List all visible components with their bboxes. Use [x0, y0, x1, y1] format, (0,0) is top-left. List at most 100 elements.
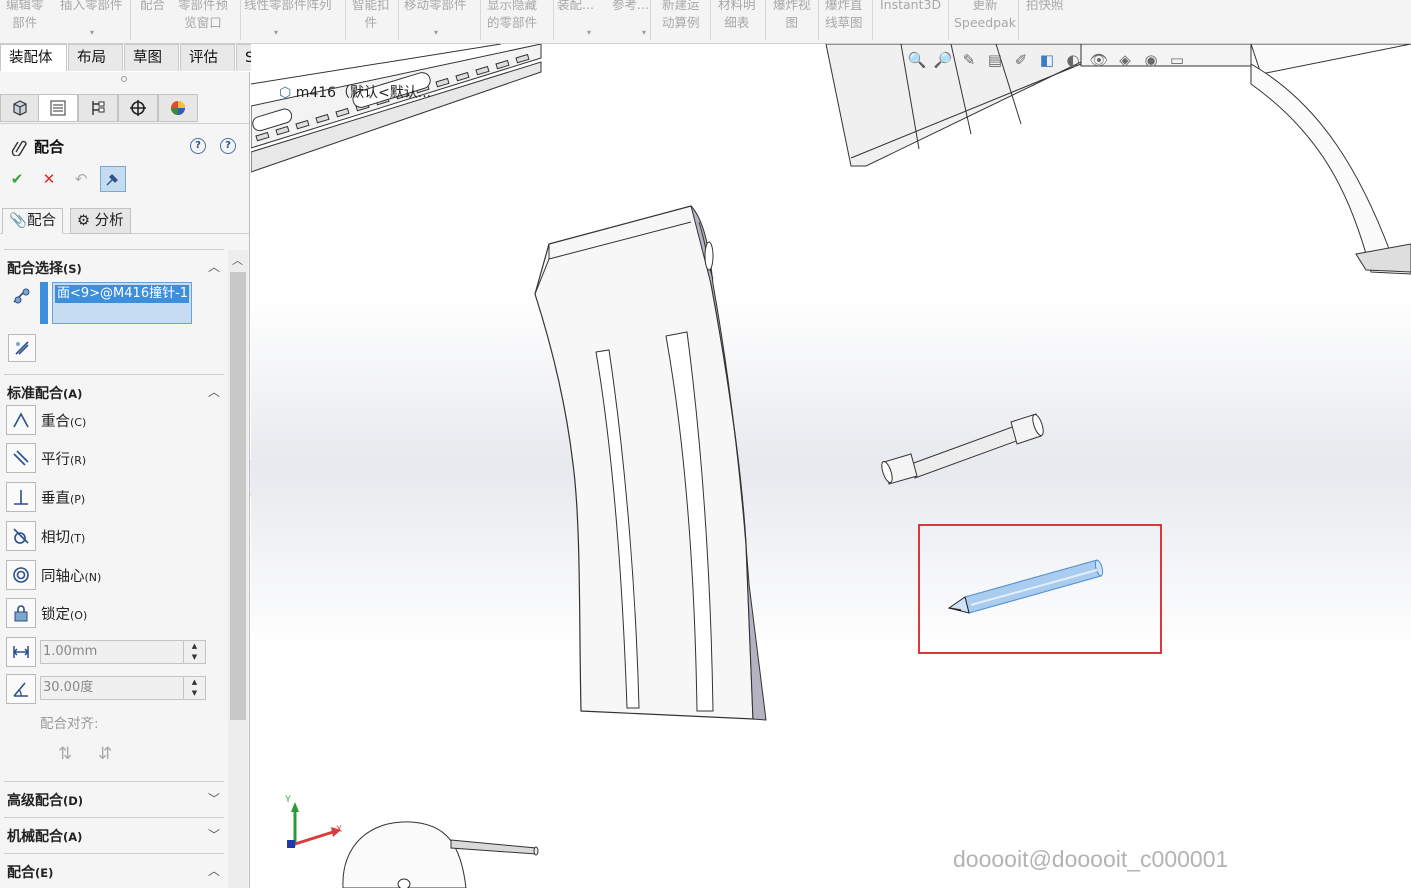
pin-button[interactable] — [100, 166, 126, 192]
help-icon[interactable]: ? — [220, 138, 236, 154]
display-style-icon[interactable]: ◐ — [1062, 49, 1084, 71]
tab-3[interactable]: 评估 — [180, 44, 235, 71]
ribbon-button-15[interactable]: 更新 Speedpak — [954, 0, 1016, 43]
anti-aligned-button[interactable]: ⇵ — [98, 744, 112, 764]
magazine-part[interactable] — [534, 205, 767, 721]
ribbon-separator — [553, 0, 554, 40]
tab-mates-label: 配合 — [27, 213, 57, 229]
angle-spinner[interactable]: ▲ ▼ — [183, 677, 205, 699]
3d-model-scene[interactable] — [251, 44, 1411, 888]
angle-mate-option[interactable] — [6, 674, 36, 704]
ribbon-label: 编辑零 — [6, 0, 44, 12]
coincident-mate-option[interactable]: 重合(C) — [6, 405, 86, 435]
ribbon-button-13[interactable]: 爆炸直 线草图 — [825, 0, 863, 43]
multi-mate-icon — [15, 341, 29, 355]
tab-1[interactable]: 布局 — [68, 44, 123, 71]
chevron-up-icon[interactable]: ︿ — [208, 258, 220, 275]
ribbon-button-7[interactable]: 显示隐藏 的零部件 — [487, 0, 537, 43]
ribbon-label: 材料明 — [718, 0, 756, 12]
feature-tree-flyout[interactable]: ⬡ m416（默认<默认... — [279, 82, 431, 102]
rail-part[interactable] — [251, 44, 542, 173]
lock-label: 锁定(O) — [41, 606, 88, 623]
distance-spinner[interactable]: ▲ ▼ — [183, 641, 205, 663]
chevron-down-icon[interactable]: ▾ — [642, 24, 646, 42]
cancel-x-button[interactable]: ✕ — [36, 166, 62, 192]
bolt-catch-part[interactable] — [342, 821, 539, 888]
mechanical-mates-group[interactable]: 机械配合(A) ﹀ — [4, 817, 224, 853]
ribbon-separator — [710, 0, 711, 40]
chevron-down-icon[interactable]: ▾ — [274, 24, 278, 42]
panel-scrollbar[interactable]: ︿ — [228, 250, 248, 888]
previous-view-icon[interactable]: ✎ — [958, 49, 980, 71]
apply-scene-icon[interactable]: ◉ — [1140, 49, 1162, 71]
dynamic-annotation-icon[interactable]: ✐ — [1010, 49, 1032, 71]
chevron-down-icon[interactable]: ▾ — [434, 24, 438, 42]
property-manager-tab[interactable] — [38, 94, 78, 122]
ribbon-label: 配合 — [140, 0, 166, 12]
multiple-mate-mode-button[interactable] — [8, 334, 36, 362]
ribbon-label: 动算例 — [662, 15, 700, 30]
configuration-manager-tab[interactable] — [78, 94, 118, 122]
property-list-icon — [50, 100, 66, 116]
ribbon-button-1[interactable]: 插入零部件 ▾ — [60, 0, 123, 43]
tangent-mate-option[interactable]: 相切(T) — [6, 521, 85, 551]
ribbon-button-6[interactable]: 移动零部件 ▾ — [404, 0, 467, 43]
ribbon-button-16[interactable]: 拍快照 — [1026, 0, 1064, 43]
tab-2[interactable]: 草图 — [124, 44, 179, 71]
chevron-down-icon[interactable]: ﹀ — [208, 790, 220, 807]
distance-mate-option[interactable] — [6, 637, 36, 667]
ribbon-label: 图 — [785, 15, 799, 30]
chevron-up-icon[interactable]: ︿ — [208, 862, 220, 879]
zoom-to-fit-icon[interactable]: 🔍 — [906, 49, 928, 71]
chevron-down-icon[interactable]: ▾ — [90, 24, 94, 42]
scroll-up-arrow[interactable]: ︿ — [232, 252, 243, 268]
parallel-mate-option[interactable]: 平行(R) — [6, 443, 86, 473]
ribbon-button-3[interactable]: 零部件预 览窗口 — [178, 0, 228, 43]
lock-mate-option[interactable]: 锁定(O) — [6, 598, 87, 628]
ribbon-label: 装配... — [557, 0, 594, 12]
feature-manager-tab[interactable] — [0, 94, 40, 122]
section-view-icon[interactable]: ▤ — [984, 49, 1006, 71]
scrollbar-thumb[interactable] — [230, 272, 246, 720]
ribbon-button-8[interactable]: 装配... ▾ — [557, 0, 594, 43]
edit-appearance-icon[interactable]: ◈ — [1114, 49, 1136, 71]
ok-check-button[interactable]: ✔ — [4, 166, 30, 192]
panel-grip-handle[interactable] — [121, 76, 127, 82]
pin-part[interactable] — [880, 413, 1046, 485]
upper-receiver-part[interactable] — [825, 44, 1411, 275]
ribbon-button-0[interactable]: 编辑零 部件 — [6, 0, 44, 43]
perpendicular-mate-option[interactable]: 垂直(P) — [6, 482, 85, 512]
tab-mates[interactable]: 📎配合 — [2, 208, 64, 234]
ribbon-button-12[interactable]: 爆炸视图 — [773, 0, 811, 43]
mates-list-group[interactable]: 配合(E) ︿ — [4, 853, 224, 888]
zoom-to-area-icon[interactable]: 🔎 — [932, 49, 954, 71]
chevron-down-icon[interactable]: ﹀ — [208, 826, 220, 843]
entities-to-mate-list[interactable]: 面<9>@M416撞针-1 — [52, 282, 192, 324]
whats-wrong-help-icon[interactable]: ? — [190, 138, 206, 154]
ribbon-button-14[interactable]: Instant3D — [880, 0, 942, 43]
ribbon-button-11[interactable]: 材料明 细表 — [718, 0, 756, 43]
angle-input[interactable]: 30.00度 ▲ ▼ — [40, 676, 206, 700]
chevron-up-icon[interactable]: ︿ — [208, 383, 220, 400]
ribbon-label: Instant3D — [880, 0, 942, 12]
concentric-mate-option[interactable]: 同轴心(N) — [6, 560, 101, 590]
ribbon-button-9[interactable]: 参考... ▾ — [612, 0, 649, 43]
advanced-mates-group[interactable]: 高级配合(D) ﹀ — [4, 781, 224, 817]
aligned-button[interactable]: ⇅ — [58, 744, 72, 764]
hide-show-items-icon[interactable]: 👁 — [1088, 49, 1110, 71]
distance-input[interactable]: 1.00mm ▲ ▼ — [40, 640, 206, 664]
view-orientation-icon[interactable]: ◧ — [1036, 49, 1058, 71]
graphics-area[interactable]: Y X ⬡ m416（默认<默认... 🔍 🔎 ✎ ▤ ✐ ◧ ◐ 👁 ◈ ◉ … — [251, 44, 1411, 888]
selected-entity[interactable]: 面<9>@M416撞针-1 — [55, 285, 189, 303]
chevron-down-icon[interactable]: ▾ — [587, 24, 591, 42]
ribbon-button-10[interactable]: 新建运 动算例 — [662, 0, 700, 43]
ribbon-button-5[interactable]: 智能扣件 — [352, 0, 390, 43]
dimxpert-manager-tab[interactable] — [118, 94, 158, 122]
ribbon-button-4[interactable]: 线性零部件阵列 ▾ — [244, 0, 332, 43]
tab-0[interactable]: 装配体 — [0, 44, 67, 71]
tab-analysis[interactable]: ⚙ 分析 — [70, 208, 131, 234]
view-settings-icon[interactable]: ▭ — [1166, 49, 1188, 71]
display-manager-tab[interactable] — [158, 94, 198, 122]
undo-button[interactable]: ↶ — [68, 166, 94, 192]
ribbon-button-2[interactable]: 配合 — [140, 0, 166, 43]
